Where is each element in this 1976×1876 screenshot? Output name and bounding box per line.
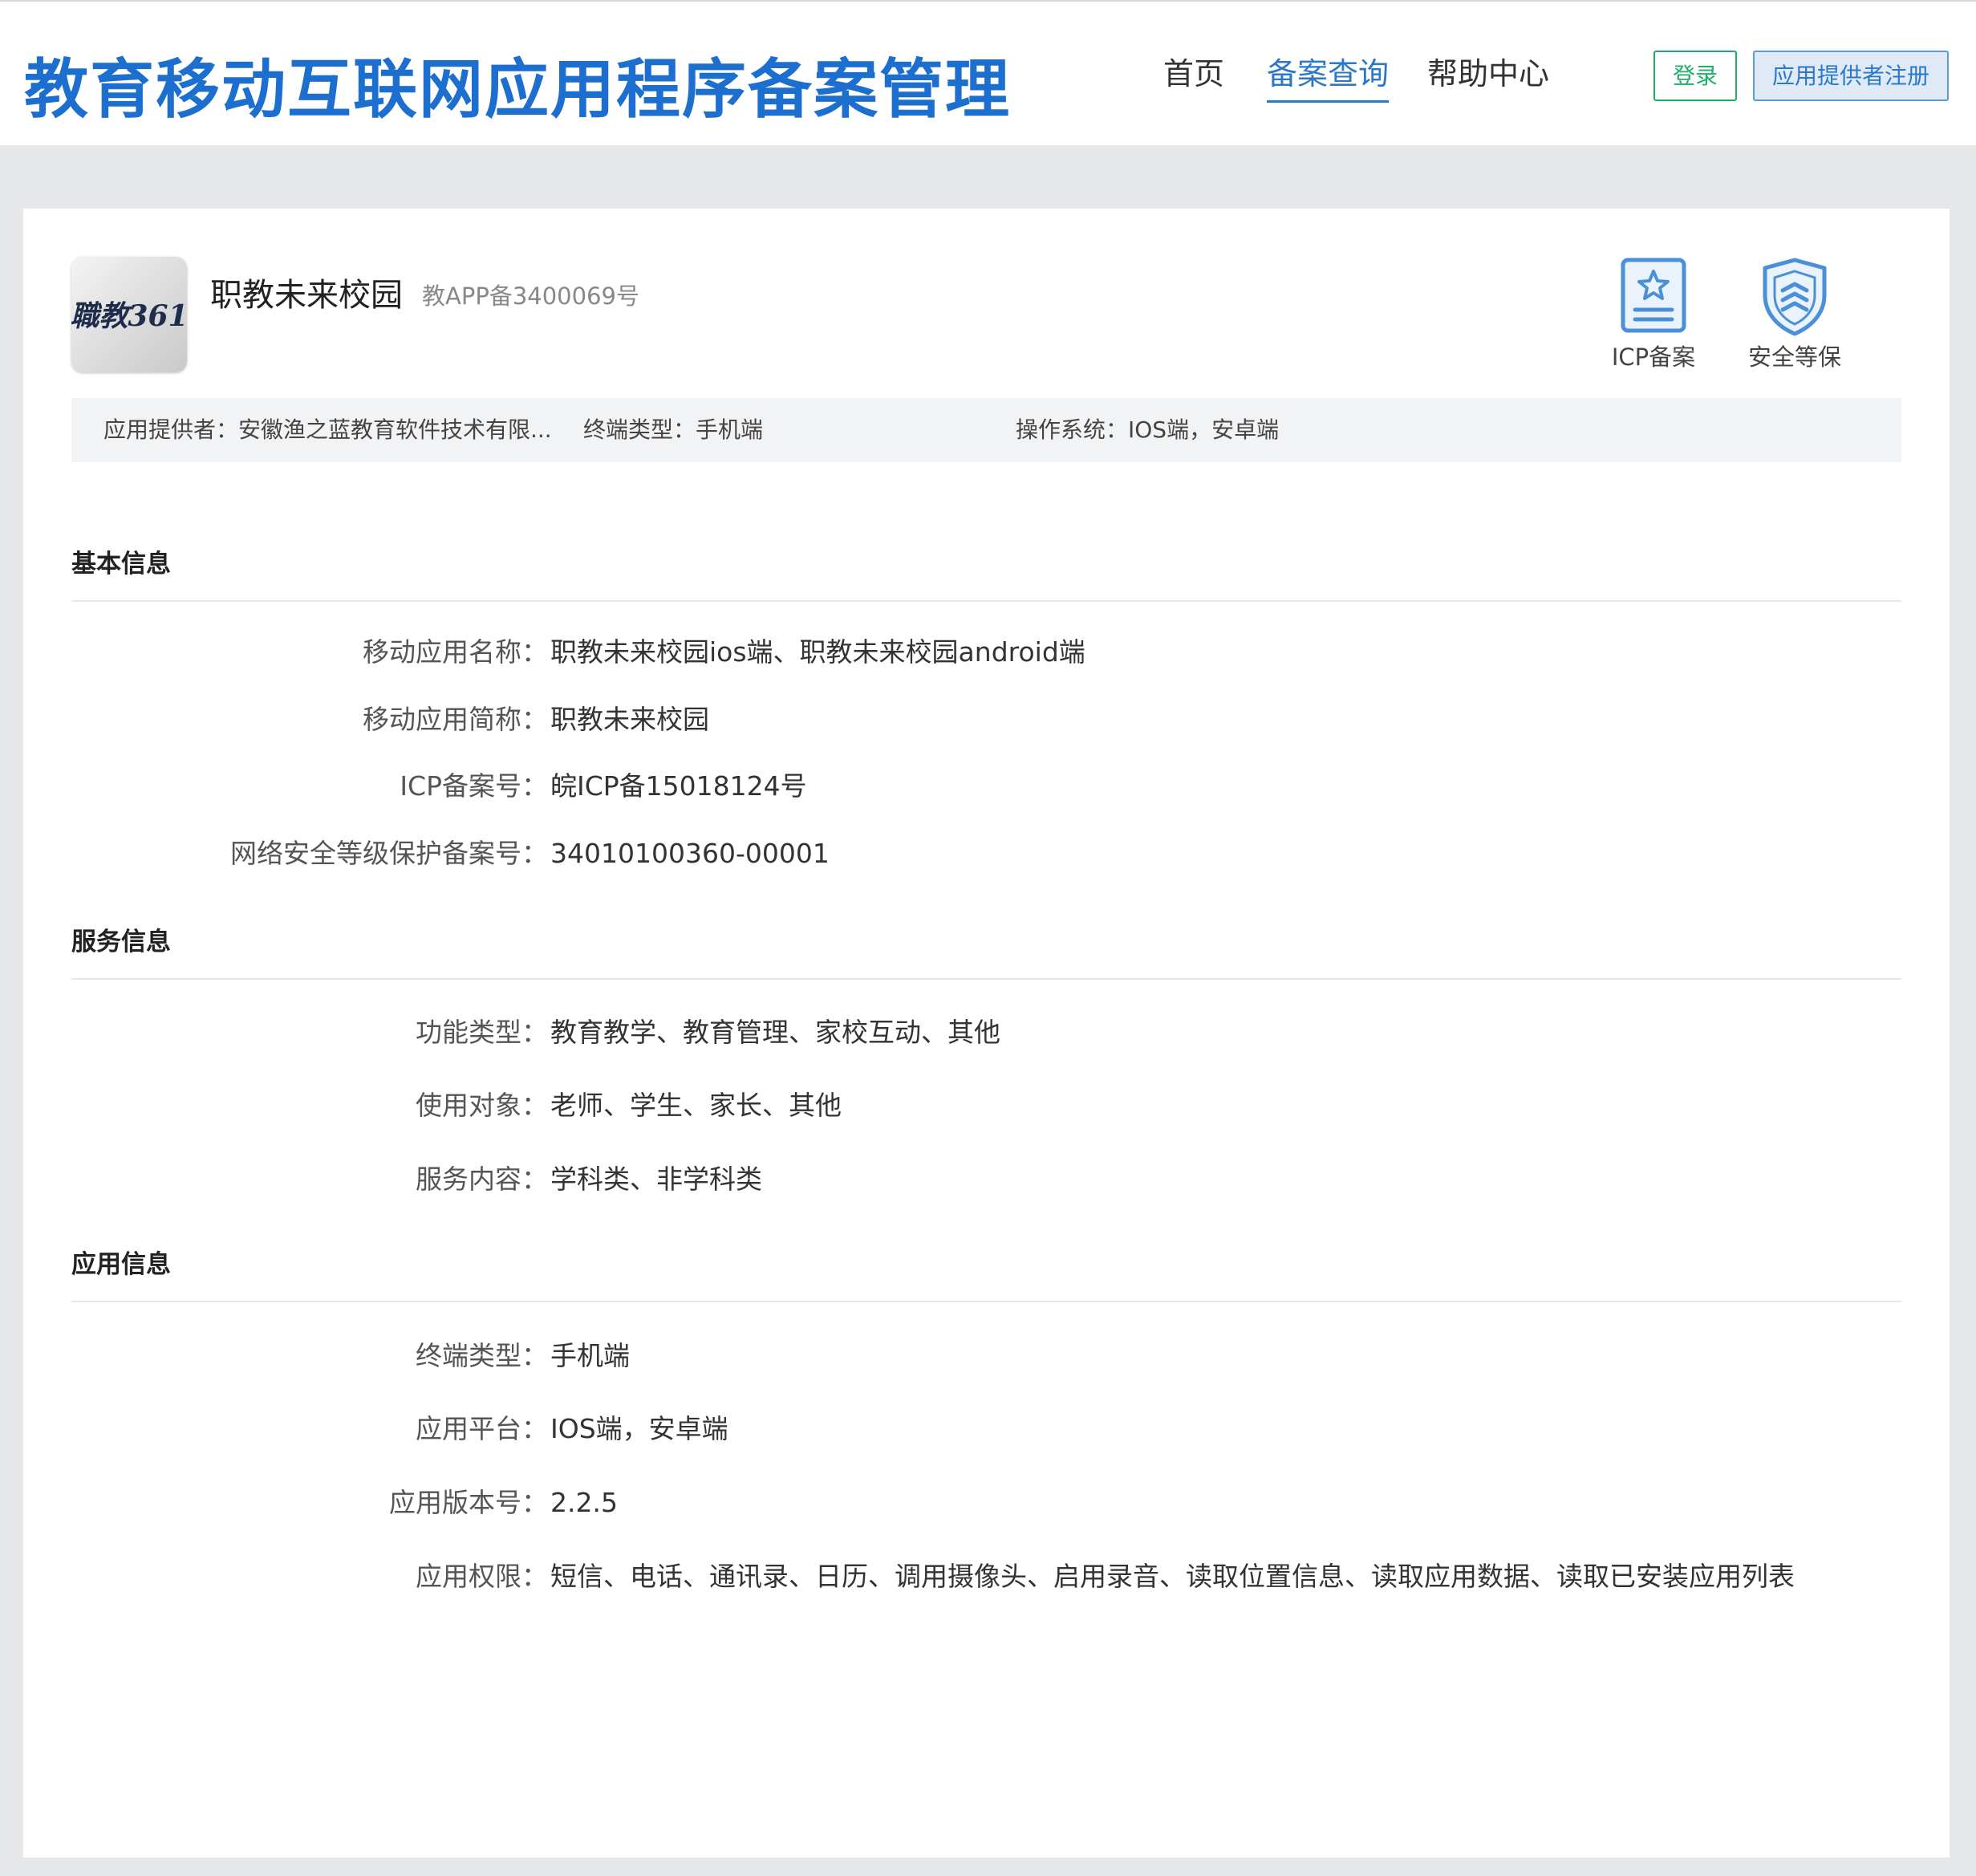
- app-detail-card: 職教361 职教未来校园 教APP备3400069号 ICP备案 安全等保 应用…: [23, 209, 1950, 1858]
- row-label: ICP备案号：: [400, 770, 548, 802]
- icp-badge[interactable]: ICP备案: [1593, 257, 1714, 372]
- summary-provider: 应用提供者：安徽渔之蓝教育软件技术有限...: [103, 416, 552, 443]
- row-value: 短信、电话、通讯录、日历、调用摄像头、启用录音、读取位置信息、读取应用数据、读取…: [550, 1561, 1795, 1592]
- app-record-code: 教APP备3400069号: [422, 282, 639, 310]
- site-header: 教育移动互联网应用程序备案管理 首页 备案查询 帮助中心 登录 应用提供者注册: [0, 0, 1976, 145]
- nav-help-center[interactable]: 帮助中心: [1427, 50, 1549, 98]
- nav-home[interactable]: 首页: [1163, 50, 1224, 98]
- nav-record-query[interactable]: 备案查询: [1267, 50, 1390, 103]
- section-title-service: 服务信息: [71, 928, 171, 956]
- row-value: 职教未来校园ios端、职教未来校园android端: [550, 636, 1085, 668]
- row-value: 皖ICP备15018124号: [550, 770, 807, 802]
- section-divider: [71, 600, 1901, 602]
- info-row: 网络安全等级保护备案号： 34010100360-00001: [23, 834, 1950, 874]
- certificate-star-icon: [1621, 258, 1686, 333]
- info-row: 使用对象： 老师、学生、家长、其他: [23, 1086, 1950, 1126]
- section-title-basic: 基本信息: [71, 550, 171, 579]
- row-value: 教育教学、教育管理、家校互动、其他: [550, 1017, 1000, 1048]
- info-row: 移动应用名称： 职教未来校园ios端、职教未来校园android端: [23, 632, 1950, 672]
- info-row: 终端类型： 手机端: [23, 1336, 1950, 1376]
- summary-bar: 应用提供者：安徽渔之蓝教育软件技术有限... 终端类型：手机端 操作系统：IOS…: [71, 398, 1901, 462]
- row-label: 应用权限：: [416, 1561, 548, 1592]
- summary-terminal: 终端类型：手机端: [583, 416, 764, 443]
- app-icon-text: 職教361: [71, 299, 187, 333]
- security-badge-label: 安全等保: [1747, 343, 1841, 371]
- app-icon: 職教361: [71, 257, 187, 372]
- row-label: 使用对象：: [416, 1090, 548, 1121]
- row-value: 2.2.5: [550, 1487, 618, 1518]
- info-row: ICP备案号： 皖ICP备15018124号: [23, 766, 1950, 806]
- shield-icon: [1763, 258, 1827, 336]
- row-label: 移动应用名称：: [363, 636, 548, 668]
- row-value: 职教未来校园: [550, 704, 709, 735]
- icp-badge-label: ICP备案: [1611, 343, 1696, 371]
- row-label: 功能类型：: [416, 1017, 548, 1048]
- row-label: 网络安全等级保护备案号：: [230, 838, 548, 869]
- security-badge[interactable]: 安全等保: [1735, 257, 1855, 372]
- info-row: 移动应用简称： 职教未来校园: [23, 700, 1950, 740]
- provider-register-button[interactable]: 应用提供者注册: [1753, 51, 1949, 101]
- site-title[interactable]: 教育移动互联网应用程序备案管理: [24, 38, 1011, 131]
- section-divider: [71, 978, 1901, 980]
- row-value: 34010100360-00001: [550, 838, 830, 869]
- info-row: 应用平台： IOS端，安卓端: [23, 1409, 1950, 1449]
- row-label: 服务内容：: [416, 1163, 548, 1195]
- info-row: 服务内容： 学科类、非学科类: [23, 1159, 1950, 1200]
- section-title-appinfo: 应用信息: [71, 1250, 171, 1279]
- row-value: 学科类、非学科类: [550, 1163, 762, 1195]
- row-label: 终端类型：: [416, 1340, 548, 1371]
- summary-os: 操作系统：IOS端，安卓端: [1016, 416, 1280, 443]
- row-label: 移动应用简称：: [363, 704, 548, 735]
- row-value: 老师、学生、家长、其他: [550, 1090, 842, 1121]
- app-name: 职教未来校园: [210, 277, 403, 314]
- row-label: 应用平台：: [416, 1413, 548, 1444]
- row-value: IOS端，安卓端: [550, 1413, 728, 1444]
- info-row: 应用权限： 短信、电话、通讯录、日历、调用摄像头、启用录音、读取位置信息、读取应…: [23, 1557, 1950, 1597]
- info-row: 功能类型： 教育教学、教育管理、家校互动、其他: [23, 1013, 1950, 1053]
- row-value: 手机端: [550, 1340, 630, 1371]
- info-row: 应用版本号： 2.2.5: [23, 1483, 1950, 1523]
- section-divider: [71, 1301, 1901, 1302]
- login-button[interactable]: 登录: [1653, 51, 1737, 101]
- row-label: 应用版本号：: [389, 1487, 548, 1518]
